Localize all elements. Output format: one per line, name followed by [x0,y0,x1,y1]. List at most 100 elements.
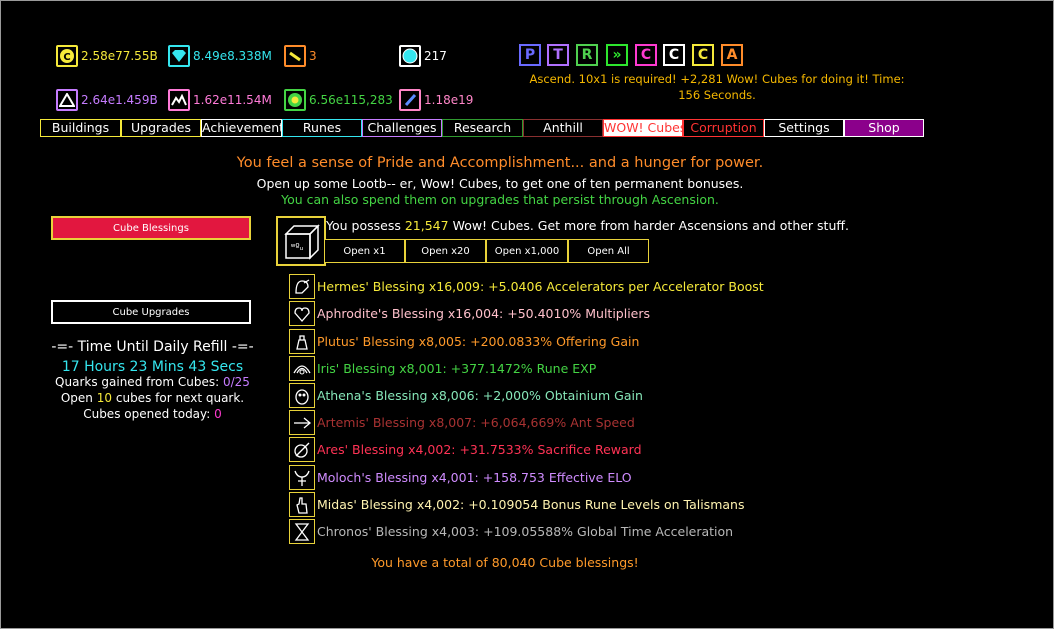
possess-line: You possess 21,547 Wow! Cubes. Get more … [326,218,849,233]
coin-resource: C 2.58e77.55B [56,43,158,69]
cube-headline: You feel a sense of Pride and Accomplish… [236,155,764,171]
obtainium-resource: 1.62e11.54M [168,87,272,113]
cubes-opened-label: Cubes opened today: [83,407,211,421]
blessing-aphrodite-text: Aphrodite's Blessing x16,004: +50.4010% … [317,306,651,321]
diamond-value: 8.49e8.338M [193,49,272,63]
blessing-plutus-text: Plutus' Blessing x8,005: +200.0833% Offe… [317,334,640,349]
quarks-gained-label: Quarks gained from Cubes: [55,375,220,389]
tab-runes[interactable]: Runes [282,119,362,137]
mythos-value: 3 [309,49,317,63]
obtainium-icon [168,89,190,111]
wow-cube-icon[interactable]: ʷºᵤ [276,216,326,266]
cubes-opened-line: Cubes opened today: 0 [40,407,265,421]
ascension-value: 1.18e19 [424,93,474,107]
blessing-ares-text: Ares' Blessing x4,002: +31.7533% Sacrifi… [317,442,642,457]
quark-resource: 6.56e115,283 [284,87,393,113]
blessing-artemis: Artemis' Blessing x8,007: +6,064,669% An… [289,409,635,436]
diamond-resource: 8.49e8.338M [168,43,272,69]
blessing-iris-text: Iris' Blessing x8,001: +377.1472% Rune E… [317,361,597,376]
mythos-icon [284,45,306,67]
blessing-chronos-text: Chronos' Blessing x4,003: +109.05588% Gl… [317,524,734,539]
tab-upgrades[interactable]: Upgrades [121,119,201,137]
coin-icon: C [56,45,78,67]
quarks-gained-line: Quarks gained from Cubes: 0/25 [40,375,265,389]
tab-corruption[interactable]: Corruption [683,119,764,137]
open-all-button[interactable]: Open All [568,239,649,263]
particle-value: 217 [424,49,447,63]
reset-button-0[interactable]: P [519,44,541,66]
cube-upgrades-button[interactable]: Cube Upgrades [51,300,251,324]
cube-subline-2: You can also spend them on upgrades that… [281,192,719,207]
midas-icon [289,492,315,517]
ascension-icon [399,89,421,111]
blessing-midas: Midas' Blessing x4,002: +0.109054 Bonus … [289,491,744,518]
refill-title: -=- Time Until Daily Refill -=- [51,339,254,355]
quarks-gained-value: 0/25 [222,375,250,389]
reset-button-2[interactable]: R [576,44,598,66]
blessing-athena-text: Athena's Blessing x8,006: +2,000% Obtain… [317,388,643,403]
tab-wow-cubes[interactable]: WOW! Cubes [603,119,686,137]
reset-button-6[interactable]: C [692,44,714,66]
next-quark-line: Open 10 cubes for next quark. [40,391,265,405]
offering-value: 2.64e1.459B [81,93,158,107]
plutus-icon [289,329,315,354]
obtainium-value: 1.62e11.54M [193,93,272,107]
ascend-message: Ascend. 10x1 is required! +2,281 Wow! Cu… [529,72,905,102]
next-quark-value: 10 [96,391,113,405]
chronos-icon [289,519,315,544]
open-x20-button[interactable]: Open x20 [405,239,486,263]
blessing-moloch-text: Moloch's Blessing x4,001: +158.753 Effec… [317,470,632,485]
cube-subline: Open up some Lootb-- er, Wow! Cubes, to … [256,176,744,191]
blessing-artemis-text: Artemis' Blessing x8,007: +6,064,669% An… [317,415,635,430]
moloch-icon [289,465,315,490]
ascension-resource: 1.18e19 [399,87,473,113]
possess-suffix: Wow! Cubes. Get more from harder Ascensi… [452,218,849,233]
particle-icon [399,45,421,67]
tab-bar: Buildings Upgrades Achievements Runes Ch… [40,119,924,137]
quark-icon [284,89,306,111]
tab-shop[interactable]: Shop [844,119,924,137]
iris-icon [289,356,315,381]
possess-amount: 21,547 [404,218,449,233]
cubes-opened-value: 0 [214,407,222,421]
refill-time: 17 Hours 23 Mins 43 Secs [61,359,244,375]
open-x1000-button[interactable]: Open x1,000 [486,239,568,263]
blessing-hermes-text: Hermes' Blessing x16,009: +5.0406 Accele… [317,279,764,294]
offering-icon [56,89,78,111]
blessings-total: You have a total of 80,040 Cube blessing… [371,555,639,570]
blessing-iris: Iris' Blessing x8,001: +377.1472% Rune E… [289,355,596,382]
blessing-ares: Ares' Blessing x4,002: +31.7533% Sacrifi… [289,436,642,463]
blessing-midas-text: Midas' Blessing x4,002: +0.109054 Bonus … [317,497,745,512]
tab-settings[interactable]: Settings [764,119,844,137]
svg-text:C: C [63,52,70,63]
tab-anthill[interactable]: Anthill [523,119,603,137]
particle-resource: 217 [399,43,447,69]
reset-button-4[interactable]: C [635,44,657,66]
mythos-resource: 3 [284,43,317,69]
blessing-plutus: Plutus' Blessing x8,005: +200.0833% Offe… [289,328,639,355]
reset-button-1[interactable]: T [547,44,569,66]
reset-button-7[interactable]: A [721,44,743,66]
tab-challenges[interactable]: Challenges [362,119,442,137]
blessing-aphrodite: Aphrodite's Blessing x16,004: +50.4010% … [289,300,650,327]
blessing-athena: Athena's Blessing x8,006: +2,000% Obtain… [289,382,643,409]
tab-research[interactable]: Research [442,119,523,137]
blessing-chronos: Chronos' Blessing x4,003: +109.05588% Gl… [289,518,733,545]
cube-blessings-button[interactable]: Cube Blessings [51,216,251,240]
next-quark-suffix: cubes for next quark. [115,391,245,405]
blessing-moloch: Moloch's Blessing x4,001: +158.753 Effec… [289,464,632,491]
possess-prefix: You possess [326,218,401,233]
tab-achievements[interactable]: Achievements [201,119,291,137]
offering-resource: 2.64e1.459B [56,87,158,113]
quark-value: 6.56e115,283 [309,93,393,107]
blessing-hermes: Hermes' Blessing x16,009: +5.0406 Accele… [289,273,764,300]
reset-button-3[interactable]: » [606,44,628,66]
svg-text:ʷºᵤ: ʷºᵤ [291,243,304,253]
tab-buildings[interactable]: Buildings [40,119,121,137]
reset-button-5[interactable]: C [663,44,685,66]
diamond-icon [168,45,190,67]
hermes-icon [289,274,315,299]
open-x1-button[interactable]: Open x1 [324,239,405,263]
aphrodite-icon [289,301,315,326]
artemis-icon [289,410,315,435]
